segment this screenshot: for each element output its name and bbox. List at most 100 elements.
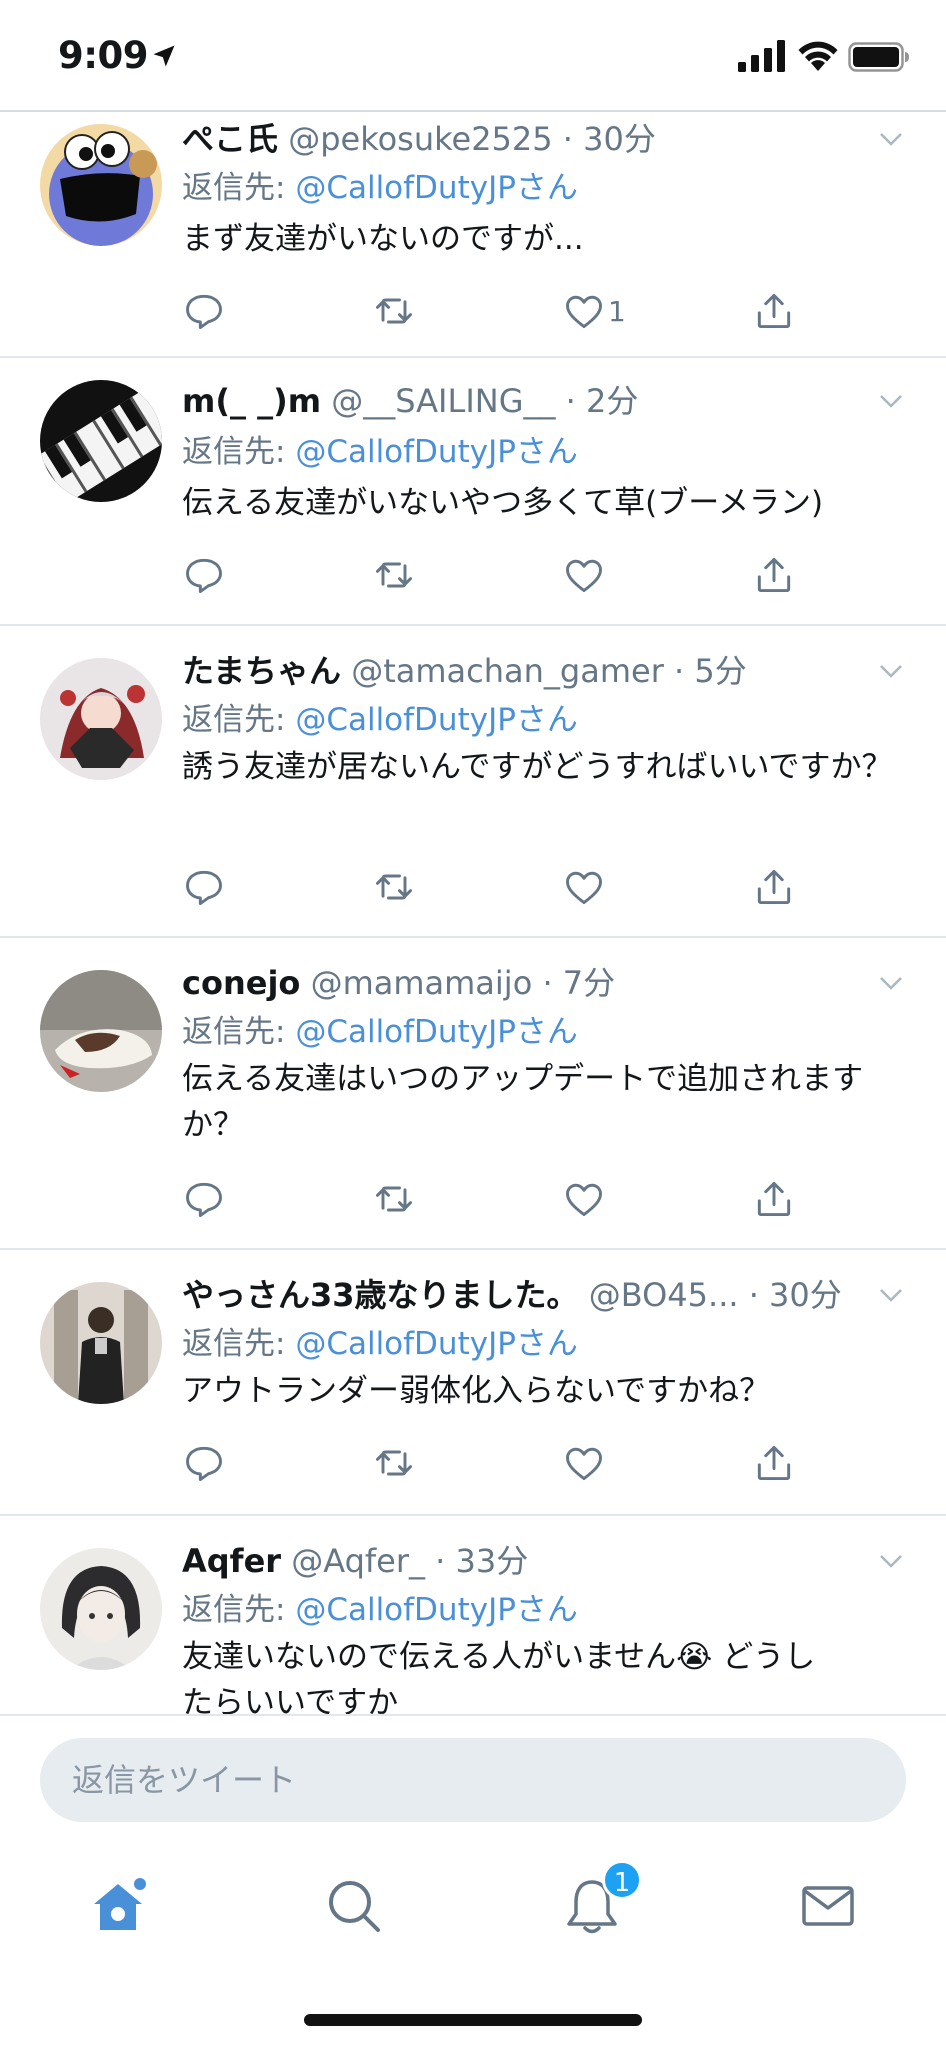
reply-feed[interactable]: ぺこ氏 @pekosuke2525 · 30分 返信先: @CallofDuty…: [0, 112, 946, 1714]
tab-search[interactable]: [314, 1866, 394, 1946]
tweet-header: たまちゃん @tamachan_gamer · 5分: [182, 648, 866, 694]
reply-to-line: 返信先: @CallofDutyJPさん: [182, 1588, 578, 1632]
reply-button[interactable]: [182, 1440, 226, 1486]
retweet-button[interactable]: [372, 288, 416, 334]
reply-button[interactable]: [182, 1176, 226, 1222]
mail-icon: [802, 1886, 854, 1926]
avatar[interactable]: [40, 124, 162, 246]
tweet-time: 2分: [586, 382, 639, 420]
chevron-down-icon[interactable]: [876, 1546, 906, 1576]
tweet-time: 5分: [694, 652, 747, 690]
tweet-text: 伝える友達はいつのアップデートで追加されますか？: [182, 1061, 864, 1143]
cookie-monster-avatar-icon: [40, 124, 162, 246]
food-photo-avatar-icon: [40, 970, 162, 1092]
retweet-icon: [376, 874, 412, 900]
reply-to-label: 返信先:: [182, 702, 296, 738]
separator: ·: [435, 1542, 446, 1580]
tweet-time: 7分: [562, 964, 616, 1002]
display-name[interactable]: ぺこ氏: [182, 120, 278, 158]
reply-to-user-link[interactable]: @CallofDutyJPさん: [295, 170, 578, 206]
tweet[interactable]: たまちゃん @tamachan_gamer · 5分 返信先: @CallofD…: [0, 628, 946, 938]
share-button[interactable]: [752, 1176, 796, 1222]
user-handle[interactable]: @tamachan_gamer: [351, 652, 664, 690]
tweet[interactable]: conejo @mamamaijo · 7分 返信先: @CallofDutyJ…: [0, 940, 946, 1250]
tweet[interactable]: ぺこ氏 @pekosuke2525 · 30分 返信先: @CallofDuty…: [0, 112, 946, 358]
reply-icon: [186, 870, 222, 905]
avatar[interactable]: [40, 658, 162, 780]
tweet-time: 33分: [455, 1542, 529, 1580]
avatar[interactable]: [40, 380, 162, 502]
share-icon: [757, 1181, 791, 1217]
user-handle[interactable]: @BO45...: [589, 1276, 739, 1314]
home-icon: [94, 1878, 146, 1930]
reply-icon: [186, 558, 222, 593]
tweet[interactable]: m(_ _)m @__SAILING__ · 2分 返信先: @CallofDu…: [0, 360, 946, 626]
display-name[interactable]: conejo: [182, 964, 300, 1002]
share-button[interactable]: [752, 552, 796, 598]
user-handle[interactable]: @Aqfer_: [291, 1542, 425, 1580]
reply-button[interactable]: [182, 864, 226, 910]
like-button[interactable]: [562, 864, 608, 910]
display-name[interactable]: Aqfer: [182, 1542, 281, 1580]
avatar[interactable]: [40, 970, 162, 1092]
reply-to-user-link[interactable]: @CallofDutyJPさん: [295, 1014, 578, 1050]
chevron-down-icon[interactable]: [876, 386, 906, 416]
share-icon: [757, 1445, 791, 1481]
reply-to-label: 返信先:: [182, 1592, 296, 1628]
tweet-actions: [182, 864, 822, 910]
like-button[interactable]: [562, 1176, 608, 1222]
chevron-down-icon[interactable]: [876, 1280, 906, 1310]
wifi-icon: [798, 41, 838, 71]
display-name[interactable]: たまちゃん: [182, 652, 341, 690]
reply-to-line: 返信先: @CallofDutyJPさん: [182, 1322, 578, 1366]
separator: ·: [542, 964, 553, 1002]
tweet-text: まず友達がいないのですが...: [182, 221, 584, 257]
tweet-time: 30分: [769, 1276, 842, 1314]
reply-to-user-link[interactable]: @CallofDutyJPさん: [295, 702, 578, 738]
tweet[interactable]: やっさん33歳なりました。 @BO45... · 30分 返信先: @Callo…: [0, 1252, 946, 1516]
avatar[interactable]: [40, 1548, 162, 1670]
chevron-down-icon[interactable]: [876, 968, 906, 998]
display-name[interactable]: m(_ _)m: [182, 382, 321, 420]
reply-tweet-input[interactable]: [40, 1738, 906, 1822]
reply-button[interactable]: [182, 552, 226, 598]
reply-to-user-link[interactable]: @CallofDutyJPさん: [295, 1592, 578, 1628]
user-handle[interactable]: @__SAILING__: [331, 382, 555, 420]
tweet-time: 30分: [583, 120, 656, 158]
share-button[interactable]: [752, 288, 796, 334]
reply-to-label: 返信先:: [182, 1326, 296, 1362]
tweet-actions: 1: [182, 288, 822, 334]
tab-home[interactable]: [78, 1866, 158, 1946]
retweet-icon: [376, 562, 412, 588]
retweet-button[interactable]: [372, 864, 416, 910]
retweet-button[interactable]: [372, 1440, 416, 1486]
tweet-header: Aqfer @Aqfer_ · 33分: [182, 1538, 866, 1584]
chevron-down-icon[interactable]: [876, 656, 906, 686]
like-button[interactable]: [562, 1440, 608, 1486]
reply-to-user-link[interactable]: @CallofDutyJPさん: [295, 1326, 578, 1362]
tweet-header: ぺこ氏 @pekosuke2525 · 30分: [182, 116, 866, 162]
retweet-button[interactable]: [372, 1176, 416, 1222]
reply-to-user-link[interactable]: @CallofDutyJPさん: [295, 434, 578, 470]
retweet-icon: [376, 1186, 412, 1212]
separator: ·: [674, 652, 685, 690]
reply-to-line: 返信先: @CallofDutyJPさん: [182, 1010, 578, 1054]
separator: ·: [562, 120, 573, 158]
share-button[interactable]: [752, 864, 796, 910]
piano-keys-avatar-icon: [40, 380, 162, 502]
retweet-button[interactable]: [372, 552, 416, 598]
chevron-down-icon[interactable]: [876, 124, 906, 154]
user-handle[interactable]: @pekosuke2525: [288, 120, 552, 158]
user-handle[interactable]: @mamamaijo: [311, 964, 533, 1002]
like-button[interactable]: [562, 552, 608, 598]
tab-messages[interactable]: [788, 1866, 868, 1946]
reply-to-line: 返信先: @CallofDutyJPさん: [182, 430, 578, 474]
home-indicator[interactable]: [304, 2014, 642, 2026]
tweet[interactable]: Aqfer @Aqfer_ · 33分 返信先: @CallofDutyJPさん…: [0, 1518, 946, 1714]
avatar[interactable]: [40, 1282, 162, 1404]
like-button[interactable]: 1: [562, 288, 626, 334]
share-button[interactable]: [752, 1440, 796, 1486]
reply-button[interactable]: [182, 288, 226, 334]
display-name[interactable]: やっさん33歳なりました。: [182, 1276, 579, 1314]
heart-icon: [566, 559, 602, 593]
